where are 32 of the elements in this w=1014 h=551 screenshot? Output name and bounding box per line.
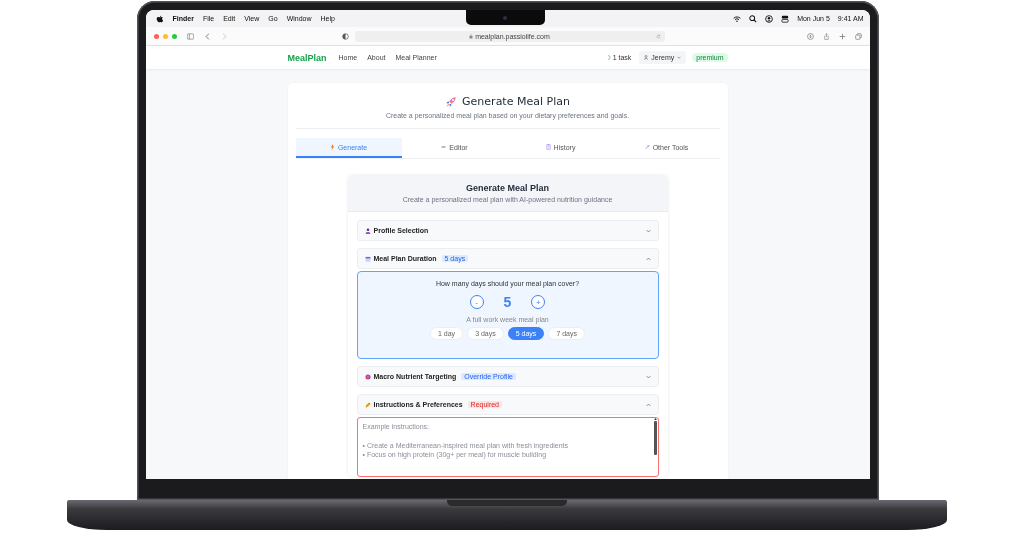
close-window-button[interactable]	[153, 33, 159, 39]
calendar-icon	[364, 255, 371, 262]
lightning-icon	[329, 144, 335, 150]
page-title: Generate Meal Plan	[462, 95, 570, 108]
person-icon	[364, 227, 371, 234]
apple-icon[interactable]	[155, 14, 164, 23]
writing-hand-icon	[364, 401, 371, 408]
new-tab-icon[interactable]	[838, 32, 846, 40]
panel-title: Generate Meal Plan	[465, 183, 549, 193]
target-icon	[364, 373, 371, 380]
minimize-window-button[interactable]	[162, 33, 168, 39]
user-account-icon[interactable]	[765, 14, 774, 23]
user-icon	[644, 55, 649, 60]
control-center-icon[interactable]	[781, 14, 790, 23]
search-icon[interactable]	[749, 14, 758, 23]
share-icon[interactable]	[822, 32, 830, 40]
increase-button[interactable]: +	[531, 295, 546, 309]
reload-icon[interactable]	[655, 33, 661, 39]
decrease-button[interactable]: -	[469, 295, 484, 309]
tools-icon	[644, 144, 650, 150]
clipboard-icon	[545, 144, 551, 150]
zoom-window-button[interactable]	[171, 33, 177, 39]
dash-icon	[441, 144, 447, 150]
wifi-icon[interactable]	[733, 14, 742, 23]
day-count: 5	[503, 294, 512, 310]
tabs-overview-icon[interactable]	[854, 32, 862, 40]
sidebar-icon[interactable]	[186, 32, 194, 40]
rocket-icon	[445, 95, 458, 108]
back-icon[interactable]	[203, 32, 211, 40]
scrollbar-thumb[interactable]	[653, 421, 657, 455]
chevron-down-icon	[677, 55, 682, 60]
download-icon[interactable]	[806, 32, 814, 40]
